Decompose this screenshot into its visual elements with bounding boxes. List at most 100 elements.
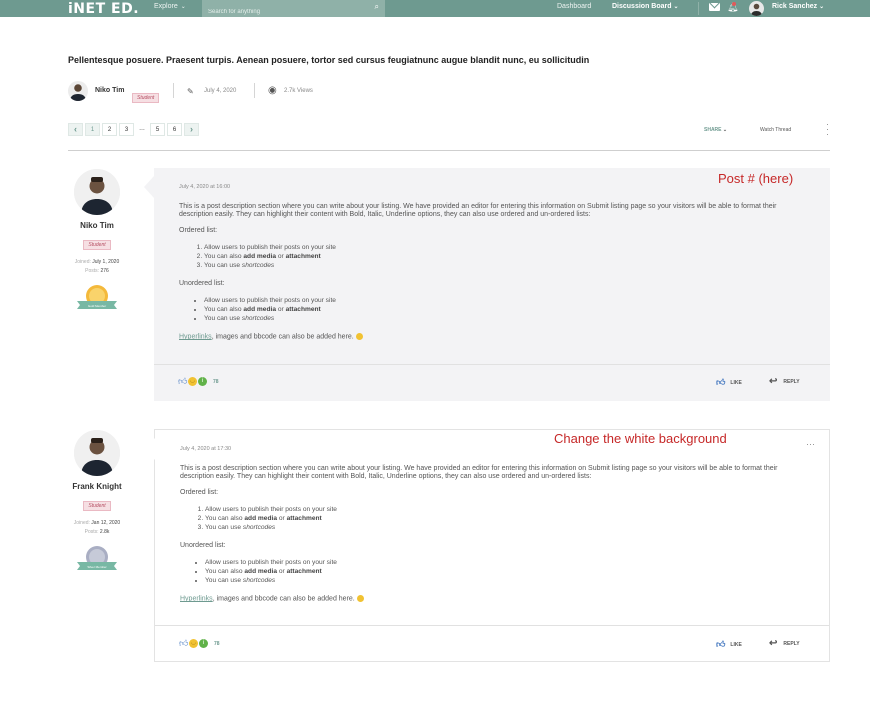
search-icon[interactable]: ⌕ <box>375 2 379 12</box>
role-badge: Student <box>83 501 111 511</box>
unordered-list-heading: Unordered list: <box>179 280 225 287</box>
like-label: LIKE <box>730 641 742 648</box>
nav-discussion-board-label: Discussion Board <box>612 3 672 10</box>
list-item: Allow users to publish their posts on yo… <box>204 243 799 252</box>
list-item: You can also add media or attachment <box>205 567 800 576</box>
nav-dashboard-link[interactable]: Dashboard <box>557 3 591 10</box>
nav-discussion-board-link[interactable]: Discussion Board ⌄ <box>612 3 679 10</box>
bold-text: attachment <box>285 253 321 260</box>
post-card: Change the white background ··· July 4, … <box>145 429 830 662</box>
post-closing: Hyperlinks, images and bbcode can also b… <box>179 333 799 341</box>
hyperlink[interactable]: Hyperlinks <box>180 595 213 602</box>
pagination-ellipsis: … <box>136 123 148 136</box>
search-input[interactable] <box>202 3 362 21</box>
post-author-avatar[interactable] <box>74 169 120 215</box>
post-intro: This is a post description section where… <box>180 465 778 480</box>
thread-author-badge: Student <box>132 86 160 104</box>
watch-thread-button[interactable]: Watch Thread <box>760 127 791 133</box>
post-body: This is a post description section where… <box>180 465 800 611</box>
unordered-list-heading: Unordered list: <box>180 542 226 549</box>
pagination-prev[interactable]: ‹ <box>68 123 83 136</box>
share-label: SHARE <box>704 127 722 133</box>
reactions-summary[interactable]: 👍︎ ◡ i 78 <box>178 377 219 386</box>
post-author-badge: Student <box>62 233 132 251</box>
header-divider <box>254 83 255 98</box>
bell-icon[interactable]: 🔔︎ <box>727 2 738 13</box>
reactions-summary[interactable]: 👍︎ ◡ i 78 <box>179 639 220 648</box>
list-item-text: You can also <box>204 306 242 313</box>
post-author-panel: Frank Knight Student Joined: Jan 12, 202… <box>62 430 132 575</box>
kebab-menu-icon[interactable]: · · · <box>825 120 830 139</box>
pagination-page[interactable]: 2 <box>102 123 117 136</box>
like-label: LIKE <box>730 379 742 386</box>
list-item-text: You can use <box>204 262 241 269</box>
chevron-down-icon: ⌄ <box>673 4 679 10</box>
pagination-page[interactable]: 6 <box>167 123 182 136</box>
joined-date: July 1, 2020 <box>92 259 120 265</box>
list-item-text: You can use <box>204 315 241 322</box>
nav-explore-label: Explore <box>154 3 178 10</box>
bold-text: add media <box>243 306 276 313</box>
joined-date: Jan 12, 2020 <box>91 520 121 526</box>
thread-author-name[interactable]: Niko Tim <box>95 87 124 94</box>
post-author-name[interactable]: Niko Tim <box>62 221 132 230</box>
post-author-badge: Student <box>62 494 132 512</box>
thumbs-up-icon: 👍︎ <box>179 638 189 648</box>
reply-arrow-icon: ↩ <box>769 638 778 649</box>
nav-explore-menu[interactable]: Explore ⌄ <box>154 3 186 10</box>
post-author-name[interactable]: Frank Knight <box>62 482 132 491</box>
medal-label: Gold Member <box>88 304 106 308</box>
post-date: July 4, 2020 at 17:30 <box>180 446 232 452</box>
more-options-icon[interactable]: ··· <box>806 439 815 449</box>
posts-count: 276 <box>100 268 109 274</box>
list-item-text: or <box>278 568 285 575</box>
list-item-text: Allow users to publish their posts on yo… <box>205 559 337 566</box>
bold-text: add media <box>244 568 277 575</box>
reply-arrow-icon: ↩ <box>769 376 778 387</box>
share-button[interactable]: SHARE ⌄ <box>704 127 727 133</box>
thread-author-avatar[interactable] <box>68 81 88 101</box>
list-item: You can also add media or attachment <box>204 305 799 314</box>
search-box[interactable]: ⌕ <box>202 0 385 21</box>
reply-button[interactable]: ↩ REPLY <box>769 376 800 387</box>
list-item-text: Allow users to publish their posts on yo… <box>205 506 337 513</box>
hyperlink[interactable]: Hyperlinks <box>179 333 212 340</box>
chevron-down-icon: ⌄ <box>819 4 825 10</box>
list-item-text: You can also <box>204 253 242 260</box>
joined-label: Joined: <box>73 520 90 526</box>
mail-icon[interactable] <box>709 3 720 11</box>
thumbs-up-icon: 👍︎ <box>716 377 726 387</box>
list-item-text: You can also <box>205 515 243 522</box>
pagination-page[interactable]: 1 <box>85 123 100 136</box>
notification-dot <box>732 2 736 6</box>
thumbs-up-icon: 👍︎ <box>178 376 188 386</box>
post-footer-divider <box>155 625 829 626</box>
pagination-page[interactable]: 3 <box>119 123 134 136</box>
unordered-list: Allow users to publish their posts on yo… <box>204 296 799 323</box>
role-badge: Student <box>83 240 111 250</box>
info-reaction-icon: i <box>199 639 208 648</box>
reply-button[interactable]: ↩ REPLY <box>769 638 800 649</box>
info-reaction-icon: i <box>198 377 207 386</box>
pagination-page[interactable]: 5 <box>150 123 165 136</box>
top-navbar: iNET ED. Explore⌄ ⌕ Dashboard Discussion… <box>0 0 870 21</box>
site-logo[interactable]: iNET ED. <box>68 1 139 17</box>
like-button[interactable]: 👍︎ LIKE <box>716 639 742 650</box>
italic-text: shortcodes <box>241 262 275 269</box>
list-item-text: Allow users to publish their posts on yo… <box>204 297 336 304</box>
pagination: ‹ 1 2 3 … 5 6 › <box>68 123 199 136</box>
gold-medal-badge: Gold Member <box>75 284 119 314</box>
closing-text: , images and bbcode can also be added he… <box>212 595 355 603</box>
post-closing: Hyperlinks, images and bbcode can also b… <box>180 595 800 603</box>
pagination-next[interactable]: › <box>184 123 199 136</box>
reaction-count: 78 <box>213 378 219 385</box>
nav-user-name[interactable]: Rick Sanchez ⌄ <box>772 3 824 10</box>
closing-text: , images and bbcode can also be added he… <box>211 333 354 341</box>
post-author-avatar[interactable] <box>74 430 120 476</box>
list-item: You can use shortcodes <box>204 314 799 323</box>
like-button[interactable]: 👍︎ LIKE <box>716 377 742 388</box>
smile-reaction-icon: ◡ <box>189 639 198 648</box>
smile-emoji-icon <box>355 333 363 340</box>
italic-text: shortcodes <box>242 577 276 584</box>
user-avatar[interactable] <box>749 1 764 16</box>
